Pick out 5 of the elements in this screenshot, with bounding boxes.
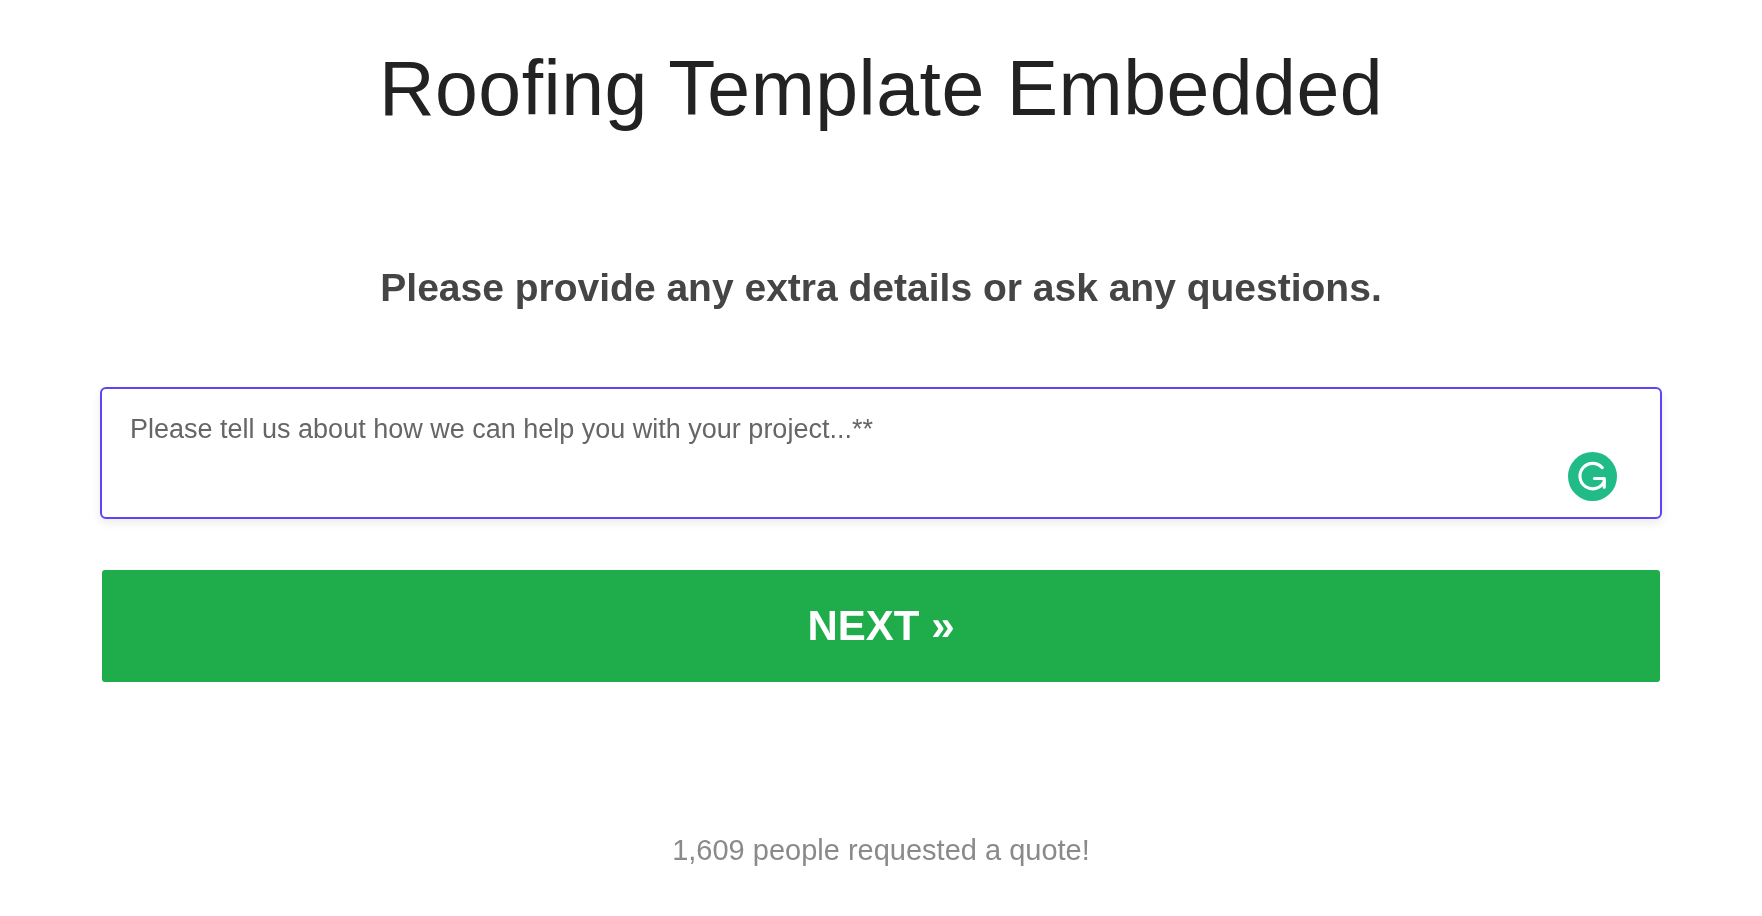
page-title: Roofing Template Embedded [378,44,1384,133]
next-button[interactable]: NEXT » [102,570,1660,682]
quote-count-text: 1,609 people requested a quote! [672,833,1090,868]
question-heading: Please provide any extra details or ask any questions. [380,265,1382,311]
details-field[interactable]: Please tell us about how we can help you with your project...** [100,387,1662,519]
